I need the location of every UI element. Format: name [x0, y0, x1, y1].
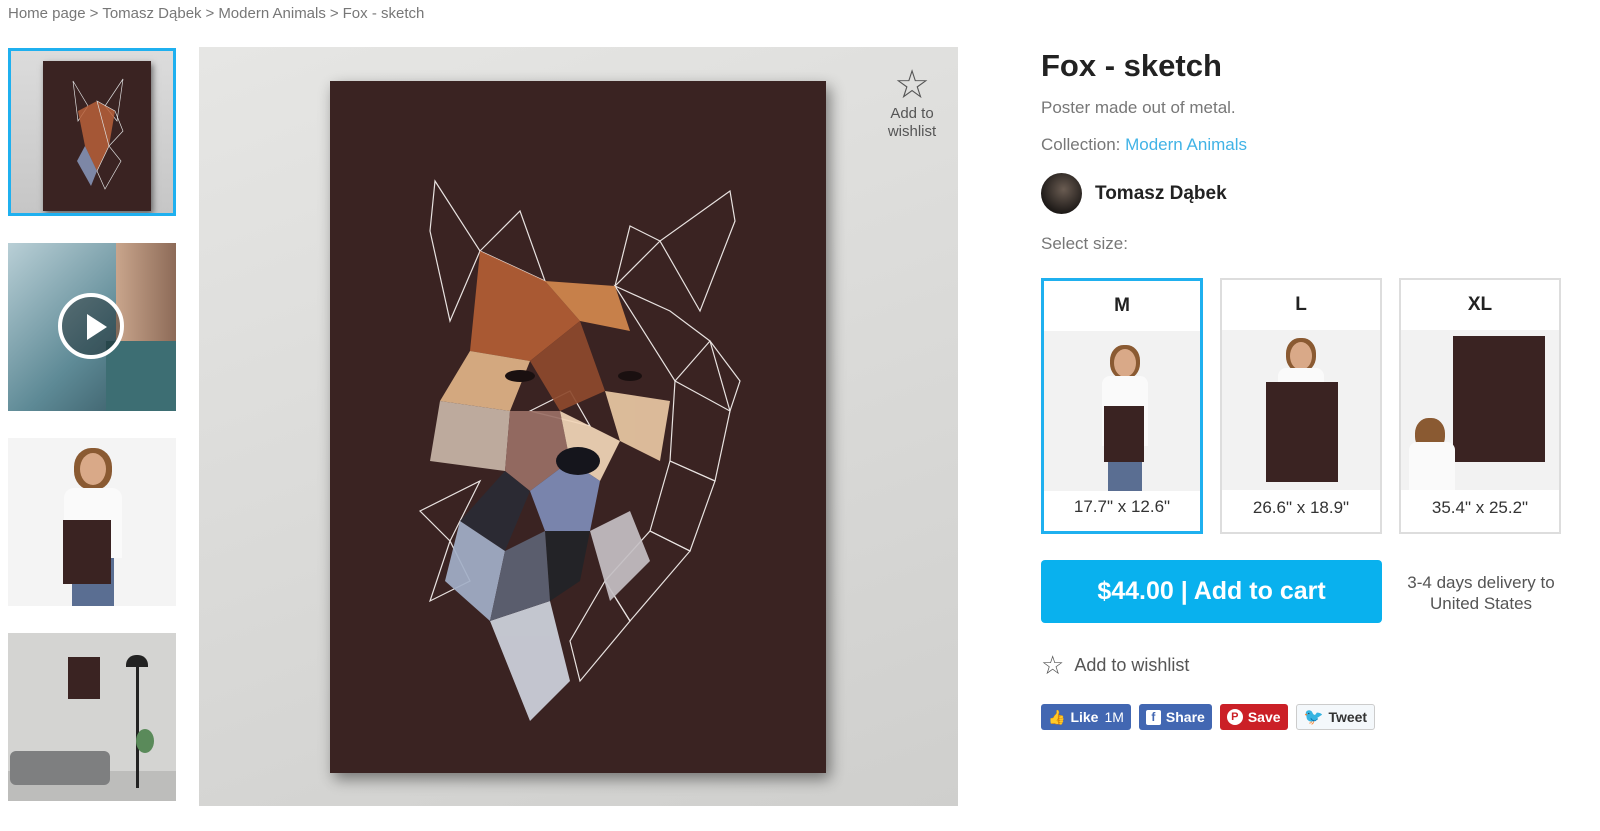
- facebook-like-button[interactable]: 👍 Like 1M: [1041, 704, 1131, 730]
- size-preview-m: [1044, 331, 1200, 491]
- pinterest-save-button[interactable]: P Save: [1219, 704, 1288, 730]
- breadcrumb-current: Fox - sketch: [342, 5, 425, 22]
- thumbnail-list: [8, 48, 176, 828]
- model-head: [1290, 342, 1312, 370]
- wishlist-label: Add to wishlist: [1074, 655, 1190, 675]
- star-icon: ☆: [1041, 650, 1065, 680]
- author-name[interactable]: Tomasz Dąbek: [1095, 183, 1227, 205]
- size-dimensions: 35.4" x 25.2": [1431, 498, 1529, 517]
- fox-poster-image: [43, 61, 151, 211]
- size-options: M 17.7" x 12.6" L 26.6" x 18.9" XL 35.4"…: [1041, 278, 1581, 534]
- thumbnail-video[interactable]: [8, 243, 176, 411]
- fox-poster: [330, 81, 826, 773]
- size-poster-xl: [1453, 336, 1545, 462]
- product-info: Fox - sketch Poster made out of metal. C…: [1041, 48, 1581, 730]
- breadcrumb: Home page > Tomasz Dąbek > Modern Animals > Fo…: [8, 5, 424, 22]
- shirt-image: [106, 341, 176, 411]
- breadcrumb-separator: >: [205, 5, 215, 22]
- size-poster-m: [1104, 406, 1144, 462]
- pinterest-icon: P: [1226, 709, 1243, 725]
- collection-line: Collection: Modern Animals: [1041, 135, 1581, 155]
- add-to-cart-button[interactable]: $44.00 | Add to cart: [1041, 560, 1382, 623]
- collection-label: Collection:: [1041, 135, 1121, 154]
- wishlist-top-button[interactable]: ☆ Add to wishlist: [884, 65, 940, 141]
- breadcrumb-collection[interactable]: Modern Animals: [218, 5, 326, 22]
- delivery-info: 3-4 days delivery to United States: [1407, 573, 1555, 613]
- size-name: XL: [1467, 294, 1493, 315]
- size-option-xl[interactable]: XL 35.4" x 25.2": [1399, 278, 1561, 534]
- breadcrumb-home[interactable]: Home page: [8, 5, 86, 22]
- thumbnail-model[interactable]: [8, 438, 176, 606]
- add-to-wishlist-button[interactable]: ☆ Add to wishlist: [1041, 650, 1189, 681]
- wishlist-top-label: Add to wishlist: [887, 105, 937, 140]
- social-buttons: 👍 Like 1M f Share P Save 🐦 Tweet: [1041, 704, 1383, 730]
- tweet-label: Tweet: [1328, 709, 1368, 725]
- product-title: Fox - sketch: [1041, 48, 1222, 83]
- save-label: Save: [1247, 709, 1281, 725]
- held-poster-image: [63, 520, 111, 584]
- size-name: L: [1295, 294, 1307, 315]
- thumbnail-poster[interactable]: [8, 48, 176, 216]
- share-label: Share: [1165, 709, 1205, 725]
- thumbnail-room[interactable]: [8, 633, 176, 801]
- model-head: [1114, 349, 1136, 377]
- size-preview-xl: [1401, 330, 1559, 490]
- size-preview-l: [1222, 330, 1380, 490]
- breadcrumb-author[interactable]: Tomasz Dąbek: [102, 5, 201, 22]
- lamp-stand: [136, 663, 139, 788]
- size-option-l[interactable]: L 26.6" x 18.9": [1220, 278, 1382, 534]
- author-link[interactable]: Tomasz Dąbek: [1041, 173, 1581, 214]
- wall-poster-image: [68, 657, 100, 699]
- model-head: [80, 453, 106, 485]
- size-poster-l: [1266, 382, 1338, 482]
- breadcrumb-separator: >: [329, 5, 339, 22]
- select-size-label: Select size:: [1041, 234, 1128, 253]
- star-icon: ☆: [894, 63, 930, 107]
- collection-link[interactable]: Modern Animals: [1125, 135, 1247, 154]
- size-dimensions: 26.6" x 18.9": [1252, 498, 1350, 517]
- play-icon[interactable]: [58, 293, 124, 359]
- plant-image: [136, 729, 154, 753]
- like-count: 1M: [1104, 709, 1124, 725]
- product-description: Poster made out of metal.: [1041, 98, 1236, 117]
- facebook-icon: f: [1145, 709, 1161, 725]
- size-dimensions: 17.7" x 12.6": [1073, 497, 1171, 516]
- model-torso: [1409, 442, 1455, 490]
- size-name: M: [1114, 295, 1130, 316]
- main-product-image: ☆ Add to wishlist: [199, 47, 958, 806]
- size-option-m[interactable]: M 17.7" x 12.6": [1041, 278, 1203, 534]
- like-label: Like: [1070, 709, 1099, 725]
- thumbs-up-icon: 👍: [1048, 708, 1066, 725]
- fox-artwork: [418, 179, 741, 721]
- twitter-tweet-button[interactable]: 🐦 Tweet: [1295, 704, 1376, 730]
- breadcrumb-separator: >: [89, 5, 99, 22]
- sofa-image: [10, 751, 110, 785]
- avatar[interactable]: [1041, 173, 1082, 214]
- facebook-share-button[interactable]: f Share: [1138, 704, 1212, 730]
- twitter-icon: 🐦: [1303, 709, 1324, 726]
